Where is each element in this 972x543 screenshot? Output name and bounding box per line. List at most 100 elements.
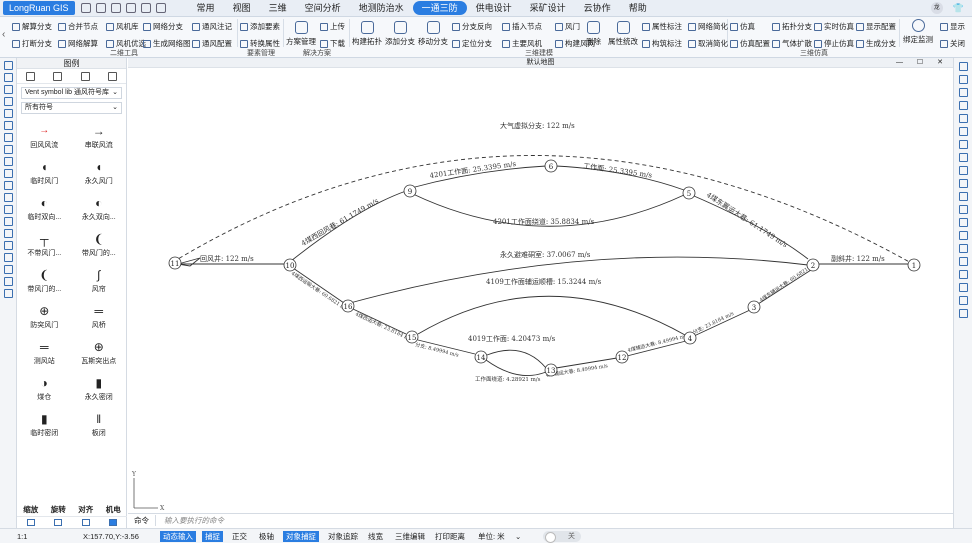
node-9[interactable]: 9: [403, 184, 417, 198]
shirt-icon[interactable]: 👕: [953, 3, 964, 14]
symbol-item[interactable]: ◐ 临时双向...: [17, 194, 72, 226]
node-16[interactable]: 16: [341, 299, 355, 313]
mode-buzhuo[interactable]: 捕捉: [202, 531, 223, 542]
btn-yidong-fenzhi[interactable]: 移动分支: [418, 21, 448, 47]
copy-icon[interactable]: [958, 75, 968, 84]
symbol-item[interactable]: → 回风风流: [17, 122, 72, 154]
pen-icon[interactable]: [958, 192, 968, 201]
mode-zhengjiao[interactable]: 正交: [229, 531, 250, 542]
block-icon[interactable]: [3, 205, 13, 214]
btn-wangluo-fenzhi[interactable]: 网络分支: [143, 21, 183, 32]
measure-icon[interactable]: [3, 265, 13, 274]
symbol-lib-select[interactable]: Vent symbol lib 通风符号库 ⌄: [21, 87, 122, 99]
btn-xianshi[interactable]: 显示: [940, 21, 965, 32]
footer-jidian[interactable]: 机电: [106, 504, 121, 515]
tab-layers-icon[interactable]: [107, 71, 117, 81]
symbol-item[interactable]: ⊕ 瓦斯突出点: [72, 338, 127, 370]
menu-shitu[interactable]: 视图: [224, 1, 260, 15]
btn-bangding-jiance[interactable]: 绑定监测: [903, 19, 933, 45]
tree-icon[interactable]: [54, 519, 63, 526]
symbol-item[interactable]: ▮ 永久密闭: [72, 374, 127, 406]
symbol-item[interactable]: ═ 测风站: [17, 338, 72, 370]
grid-icon[interactable]: [3, 277, 13, 286]
node-1[interactable]: 1: [907, 258, 921, 272]
align-icon[interactable]: [3, 181, 13, 190]
rotate-icon[interactable]: [3, 145, 13, 154]
menu-yitongsanfang[interactable]: 一通三防: [412, 1, 467, 15]
grid2-icon[interactable]: [958, 101, 968, 110]
list-icon[interactable]: [26, 519, 35, 526]
arc-icon[interactable]: [3, 85, 13, 94]
symbol-filter-select[interactable]: 所有符号 ⌄: [21, 102, 122, 114]
text-icon[interactable]: [3, 157, 13, 166]
btn-shangchuan[interactable]: 上传: [320, 21, 345, 32]
command-input[interactable]: 输入要执行的命令: [156, 515, 224, 526]
footer-suofang[interactable]: 缩放: [23, 504, 38, 515]
page-icon[interactable]: [958, 270, 968, 279]
rect-icon[interactable]: [3, 109, 13, 118]
warn-icon[interactable]: [958, 88, 968, 97]
symbol-item[interactable]: ⊕ 防突风门: [17, 302, 72, 334]
symbol-item[interactable]: ◖ 永久风门: [72, 158, 127, 190]
btn-fangzhen[interactable]: 仿真: [730, 21, 755, 32]
cross-icon[interactable]: [958, 205, 968, 214]
symbol-item[interactable]: ❨ 带风门的...: [17, 266, 72, 298]
table-icon[interactable]: [3, 193, 13, 202]
undo-icon[interactable]: [140, 3, 151, 13]
node-2[interactable]: 2: [806, 258, 820, 272]
symbol-item[interactable]: ◖ 临时风门: [17, 158, 72, 190]
new-icon[interactable]: [80, 3, 91, 13]
btn-guanbi[interactable]: 关闭: [940, 38, 965, 49]
btn-tianjia-yaosu[interactable]: 添加要素: [240, 21, 280, 32]
node-11[interactable]: 11: [168, 256, 182, 270]
node-6[interactable]: 6: [544, 159, 558, 173]
node-10[interactable]: 10: [283, 258, 297, 272]
menu-bangzhu[interactable]: 帮助: [620, 1, 656, 15]
circle2-icon[interactable]: [958, 153, 968, 162]
menu-yunxiezuo[interactable]: 云协作: [575, 1, 620, 15]
avatar[interactable]: 龙: [930, 2, 943, 14]
extend-icon[interactable]: [958, 231, 968, 240]
ellipse-icon[interactable]: [3, 133, 13, 142]
legend-icon[interactable]: [109, 519, 118, 526]
map-canvas[interactable]: 默认地图 — ☐ ✕ 大气虚拟分支: 122 m/s 工作面: 25.3395 …: [128, 58, 953, 514]
redo-icon[interactable]: [155, 3, 166, 13]
btn-fengjiku[interactable]: 风机库: [106, 21, 139, 32]
symbol-item[interactable]: ◐ 永久双向...: [72, 194, 127, 226]
tab-bolt-icon[interactable]: [80, 71, 90, 81]
footer-xuanzhuan[interactable]: 旋转: [51, 504, 66, 515]
mode-dongtai-shuru[interactable]: 动态输入: [160, 531, 196, 542]
node-3[interactable]: 3: [747, 300, 761, 314]
ribbon-left-arrow-icon[interactable]: ‹: [2, 29, 5, 40]
pages-icon[interactable]: [958, 283, 968, 292]
levels-icon[interactable]: [3, 289, 13, 298]
open-icon[interactable]: [95, 3, 106, 13]
symbol-item[interactable]: → 串联风流: [72, 122, 127, 154]
btn-fangan-guanli[interactable]: 方案管理: [286, 21, 316, 47]
grid3-icon[interactable]: [958, 309, 968, 318]
btn-tongfeng-zhuji[interactable]: 通风注记: [192, 21, 232, 32]
menu-dice[interactable]: 地测防治水: [350, 1, 413, 15]
node-5[interactable]: 5: [682, 186, 696, 200]
btn-shishi-fangzhen[interactable]: 实时仿真: [814, 21, 854, 32]
stack-icon[interactable]: [958, 114, 968, 123]
status-toggle[interactable]: 关: [543, 531, 581, 543]
menu-kongjian[interactable]: 空间分析: [296, 1, 350, 15]
btn-fenzhi-fanxiang[interactable]: 分支反向: [452, 21, 492, 32]
array-icon[interactable]: [958, 166, 968, 175]
menu-caikuang[interactable]: 采矿设计: [521, 1, 575, 15]
symbol-item[interactable]: ◑ 煤仓: [17, 374, 72, 406]
circle-icon[interactable]: [3, 121, 13, 130]
btn-hebing-jiedian[interactable]: 合并节点: [58, 21, 98, 32]
distribute-icon[interactable]: [3, 241, 13, 250]
node-15[interactable]: 15: [405, 330, 419, 344]
symbol-item[interactable]: ┬ 不带风门...: [17, 230, 72, 262]
node-4[interactable]: 4: [683, 331, 697, 345]
btn-goujian-tuopu[interactable]: 构建拓扑: [352, 21, 382, 47]
mirror-icon[interactable]: [958, 127, 968, 136]
symbol-item[interactable]: ∫ 风帘: [72, 266, 127, 298]
unit-chevron-down-icon[interactable]: ⌄: [512, 531, 524, 542]
btn-tianjia-fenzhi[interactable]: 添加分支: [385, 21, 415, 47]
btn-shanchu[interactable]: 删除: [586, 21, 601, 47]
symbol-item[interactable]: ‖ 板闭: [72, 410, 127, 442]
